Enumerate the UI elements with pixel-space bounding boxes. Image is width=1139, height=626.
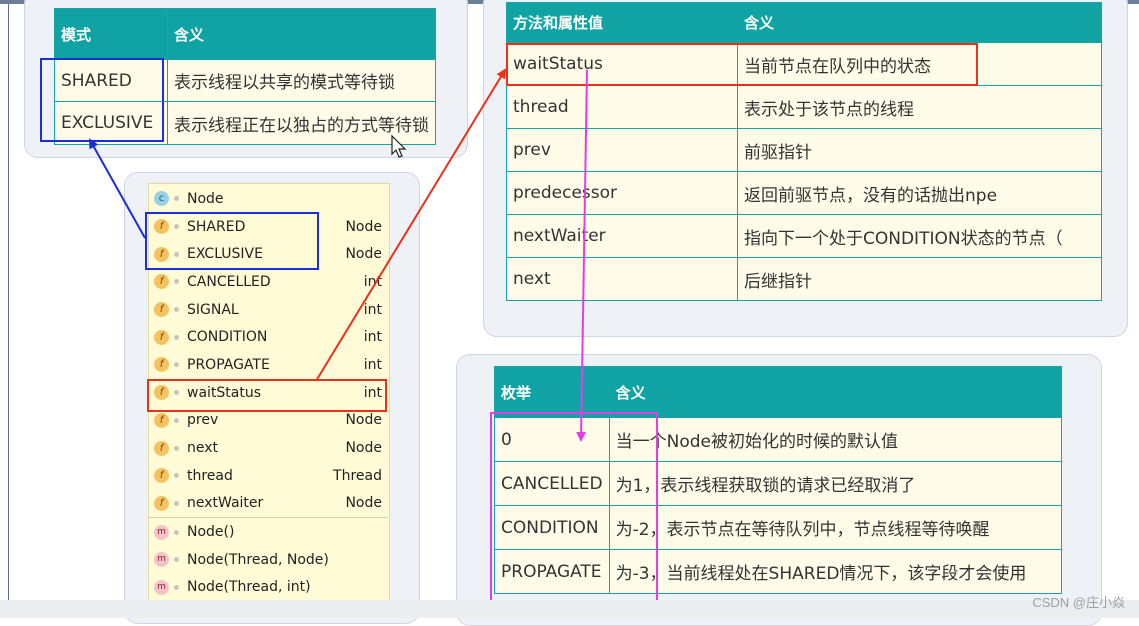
mouse-cursor-icon [391, 134, 407, 158]
watermark: CSDN @庄小焱 [1032, 595, 1125, 610]
bottom-bar [0, 600, 1139, 618]
annotation-arrows [89, 68, 588, 442]
magenta-arrow [576, 69, 588, 442]
red-arrow [315, 68, 507, 382]
blue-arrow [89, 138, 146, 239]
